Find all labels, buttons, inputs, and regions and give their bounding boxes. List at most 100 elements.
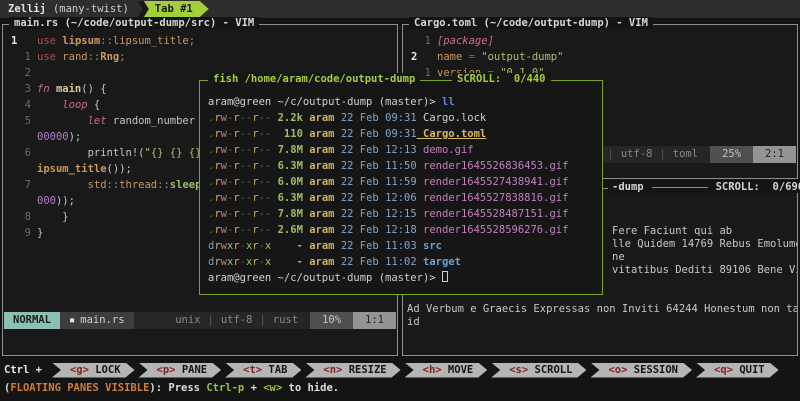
listing-row: .rw-r--r-- 6.3M aram 22 Feb 12:06 render… [208, 190, 602, 206]
keybar-key: <o> [608, 364, 633, 376]
hint-bar: (FLOATING PANES VISIBLE): Press Ctrl-p +… [0, 380, 800, 396]
prompt-path: ~/c/output-dump [278, 272, 379, 284]
code-line: 1[package] [407, 33, 797, 49]
vim-mode-indicator: NORMAL [4, 312, 60, 329]
prompt-user: aram@green [208, 272, 278, 284]
line-number: 2 [7, 65, 31, 81]
file-permissions: .rw-r--r-- [208, 192, 271, 204]
file-owner: aram [303, 112, 335, 124]
file-name: demo.gif [417, 144, 474, 156]
code-token: "output-dump" [481, 51, 563, 63]
code-token: :: [107, 179, 120, 191]
statusbar-fileinfo: unix|utf-8|rust [175, 312, 298, 329]
left-pane-title: main.rs (~/code/output-dump/src) - VIM [9, 17, 259, 29]
file-date: 22 Feb 12:15 [335, 208, 417, 220]
keybar-key: <t> [243, 364, 268, 376]
listing-row: .rw-r--r-- 7.8M aram 22 Feb 12:15 render… [208, 206, 602, 222]
cursor-position: 1:1 [353, 312, 396, 329]
file-owner: aram [303, 192, 335, 204]
code-token: :: [100, 35, 113, 47]
scroll-indicator: SCROLL: 0/696 [716, 181, 800, 193]
code-token: use [37, 35, 62, 47]
keybar-item-session[interactable]: <o> SESSION [590, 363, 692, 378]
keybar-item-scroll[interactable]: <s> SCROLL [491, 363, 586, 378]
listing-row: drwxr-xr-x - aram 22 Feb 11:03 src [208, 238, 602, 254]
line-number: 1 [407, 33, 431, 49]
file-permissions: drwxr-xr-x [208, 256, 271, 268]
line-number: 4 [7, 97, 31, 113]
code-token: 000 [37, 195, 56, 207]
file-name: render1645527438941.gif [417, 176, 569, 188]
tab-1[interactable]: Tab #1 [141, 1, 209, 17]
listing-row: .rw-r--r-- 6.3M aram 22 Feb 11:50 render… [208, 158, 602, 174]
code-token: ; [189, 35, 195, 47]
file-size: 2.2k [271, 112, 303, 124]
file-size: 6.0M [271, 176, 303, 188]
code-token: () { [81, 83, 106, 95]
file-name: render1645528596276.gif [417, 224, 569, 236]
shell-prompt[interactable]: aram@green ~/c/output-dump (master)> [208, 270, 602, 286]
code-token: ()); [107, 163, 132, 175]
code-token [37, 179, 88, 191]
keybar-item-tab[interactable]: <t> TAB [225, 363, 301, 378]
code-token: 00000 [37, 131, 69, 143]
keybar-key: <n> [323, 364, 348, 376]
code-token: {} [151, 147, 164, 159]
file-size: 6.3M [271, 192, 303, 204]
file-owner: aram [303, 256, 335, 268]
listing-row: .rw-r--r-- 110 aram 22 Feb 09:31 Cargo.t… [208, 126, 602, 142]
line-number: 2 [407, 49, 431, 65]
keybar-label: QUIT [739, 364, 764, 376]
code-line: 1use lipsum::lipsum_title; [7, 33, 397, 49]
file-owner: aram [303, 176, 335, 188]
listing-row: .rw-r--r-- 2.6M aram 22 Feb 12:18 render… [208, 222, 602, 238]
listing-row: .rw-r--r-- 2.2k aram 22 Feb 09:31 Cargo.… [208, 110, 602, 126]
file-permissions: .rw-r--r-- [208, 144, 271, 156]
code-token [37, 115, 88, 127]
code-token: :: [88, 51, 101, 63]
keybar-item-move[interactable]: <h> MOVE [405, 363, 488, 378]
keybar-key: <p> [157, 364, 182, 376]
file-date: 22 Feb 11:02 [335, 256, 417, 268]
line-number: 1 [7, 33, 31, 49]
code-line: 1use rand::Rng; [7, 49, 397, 65]
code-token: let [88, 115, 107, 127]
app-title: Zellij [8, 3, 46, 15]
file-owner: aram [303, 160, 335, 172]
file-name: src [417, 240, 442, 252]
file-date: 22 Feb 12:18 [335, 224, 417, 236]
file-date: 22 Feb 11:59 [335, 176, 417, 188]
code-token: } [37, 211, 69, 223]
keybar-key: <s> [509, 364, 534, 376]
border-line [652, 187, 708, 188]
keybar-item-lock[interactable]: <g> LOCK [52, 363, 135, 378]
code-token: name [437, 51, 469, 63]
keybar-item-resize[interactable]: <n> RESIZE [305, 363, 400, 378]
file-owner: aram [303, 208, 335, 220]
terminal-cursor [442, 271, 448, 282]
file-name: render1645528487151.gif [417, 208, 569, 220]
keybar-item-quit[interactable]: <q> QUIT [696, 363, 779, 378]
file-size: 7.8M [271, 208, 303, 220]
file-permissions: .rw-r--r-- [208, 160, 271, 172]
code-token [37, 99, 62, 111]
file-date: 22 Feb 11:50 [335, 160, 417, 172]
keybar-label: RESIZE [349, 364, 387, 376]
line-number: 6 [7, 145, 31, 161]
prompt-command: ll [442, 96, 455, 108]
code-token: ; [119, 51, 125, 63]
keybar-label: SCROLL [535, 364, 573, 376]
code-token: } [37, 227, 43, 239]
keybar-label: LOCK [95, 364, 120, 376]
floating-terminal-pane[interactable]: fish /home/aram/code/output-dump SCROLL:… [199, 80, 603, 295]
output-line: Ad Verbum e Graecis Expressas non Inviti… [407, 303, 797, 316]
cursor-position: 2:1 [753, 146, 796, 163]
prompt-branch: (master)> [379, 96, 442, 108]
modified-icon: ▪ [69, 314, 75, 326]
file-permissions: .rw-r--r-- [208, 208, 271, 220]
line-number: 8 [7, 209, 31, 225]
keybar-item-pane[interactable]: <p> PANE [139, 363, 222, 378]
right-pane-title: Cargo.toml (~/code/output-dump) - VIM [409, 17, 653, 29]
prompt-branch: (master)> [379, 272, 442, 284]
line-number: 7 [7, 177, 31, 193]
